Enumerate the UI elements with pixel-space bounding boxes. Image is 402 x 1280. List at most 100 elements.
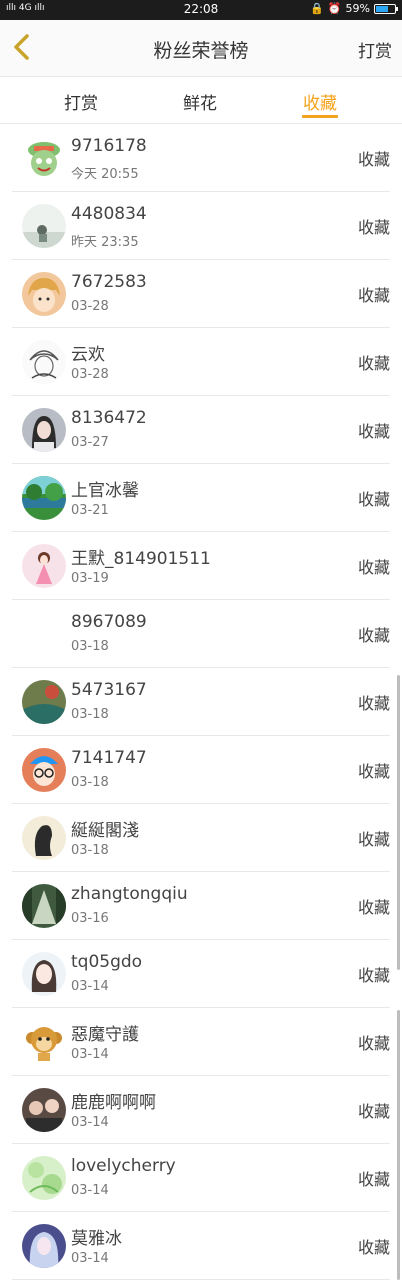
user-name: 8967089	[71, 612, 147, 632]
user-name: tq05gdo	[71, 952, 143, 972]
collect-label[interactable]: 收藏	[358, 826, 390, 850]
collect-label[interactable]: 收藏	[358, 962, 390, 986]
user-name: 7141747	[71, 748, 147, 768]
avatar	[22, 748, 66, 792]
collect-label[interactable]: 收藏	[358, 146, 390, 170]
user-name: 綖綖閣淺	[71, 821, 139, 841]
avatar	[22, 272, 66, 316]
collect-label[interactable]: 收藏	[358, 1030, 390, 1054]
user-name: 4480834	[71, 204, 147, 224]
list-item[interactable]: zhangtongqiu 03-16 收藏	[12, 872, 390, 940]
user-name: 鹿鹿啊啊啊	[71, 1093, 156, 1113]
tab-active-indicator	[302, 115, 338, 118]
list-item[interactable]: 8136472 03-27 收藏	[12, 396, 390, 464]
collect-date: 03-28	[71, 367, 109, 382]
tab-flowers[interactable]: 鲜花	[183, 89, 217, 114]
tab-reward[interactable]: 打赏	[64, 89, 98, 114]
collect-label[interactable]: 收藏	[358, 418, 390, 442]
list-item[interactable]: 云欢 03-28 收藏	[12, 328, 390, 396]
list-item[interactable]: 5473167 03-18 收藏	[12, 668, 390, 736]
user-name: zhangtongqiu	[71, 884, 188, 904]
collect-date: 03-14	[71, 1115, 109, 1130]
avatar	[22, 1224, 66, 1268]
list-item[interactable]: 惡魔守護 03-14 收藏	[12, 1008, 390, 1076]
collect-label[interactable]: 收藏	[358, 214, 390, 238]
collect-date: 03-18	[71, 775, 109, 790]
avatar	[22, 680, 66, 724]
user-name: 5473167	[71, 680, 147, 700]
tab-collect[interactable]: 收藏	[303, 89, 337, 114]
avatar	[22, 476, 66, 520]
avatar	[22, 204, 66, 248]
list-item[interactable]: 4480834 昨天 23:35 收藏	[12, 192, 390, 260]
user-name: 云欢	[71, 345, 105, 365]
list-item[interactable]: 莫雅冰 03-14 收藏	[12, 1212, 390, 1280]
collect-date: 03-19	[71, 571, 109, 586]
collect-date: 03-18	[71, 843, 109, 858]
list-item[interactable]: 王默_814901511 03-19 收藏	[12, 532, 390, 600]
list-item[interactable]: 綖綖閣淺 03-18 收藏	[12, 804, 390, 872]
avatar	[22, 1088, 66, 1132]
scrollbar[interactable]	[397, 675, 400, 970]
user-name: 7672583	[71, 272, 147, 292]
collect-label[interactable]: 收藏	[358, 554, 390, 578]
collect-date: 03-16	[71, 911, 109, 926]
list-item[interactable]: 鹿鹿啊啊啊 03-14 收藏	[12, 1076, 390, 1144]
collect-date: 03-28	[71, 299, 109, 314]
collect-date: 03-21	[71, 503, 109, 518]
page-title: 粉丝荣誉榜	[153, 40, 249, 62]
collect-date: 03-18	[71, 639, 109, 654]
status-bar: ıllı 4G ıllı 22:08 🔒 ⏰ 59%	[0, 0, 402, 20]
collect-date: 03-14	[71, 1047, 109, 1062]
alarm-icon: ⏰	[327, 2, 342, 15]
user-name: lovelycherry	[71, 1156, 176, 1176]
collect-label[interactable]: 收藏	[358, 1098, 390, 1122]
collect-label[interactable]: 收藏	[358, 1166, 390, 1190]
battery-percent: 59%	[345, 2, 370, 15]
avatar	[22, 816, 66, 860]
user-name: 9716178	[71, 136, 147, 156]
avatar	[22, 884, 66, 928]
collect-label[interactable]: 收藏	[358, 690, 390, 714]
avatar	[22, 612, 66, 656]
avatar	[22, 408, 66, 452]
list-item[interactable]: tq05gdo 03-14 收藏	[12, 940, 390, 1008]
app-header: 粉丝荣誉榜 打赏	[0, 20, 402, 77]
scrollbar[interactable]	[397, 1010, 400, 1280]
collect-date: 03-14	[71, 979, 109, 994]
collect-date: 03-14	[71, 1251, 109, 1266]
user-name: 8136472	[71, 408, 147, 428]
collect-date: 昨天 23:35	[71, 235, 139, 250]
list-item[interactable]: 7141747 03-18 收藏	[12, 736, 390, 804]
battery-icon	[374, 3, 398, 14]
list-item[interactable]: 8967089 03-18 收藏	[12, 600, 390, 668]
avatar	[22, 1156, 66, 1200]
avatar	[22, 952, 66, 996]
collect-label[interactable]: 收藏	[358, 894, 390, 918]
collect-date: 今天 20:55	[71, 167, 139, 182]
user-name: 上官冰馨	[71, 481, 139, 501]
fan-list: 9716178 今天 20:55 收藏 4480834 昨天 23:35 收藏 …	[0, 124, 402, 1280]
user-name: 王默_814901511	[71, 549, 211, 569]
list-item[interactable]: lovelycherry 03-14 收藏	[12, 1144, 390, 1212]
list-item[interactable]: 7672583 03-28 收藏	[12, 260, 390, 328]
collect-label[interactable]: 收藏	[358, 486, 390, 510]
collect-label[interactable]: 收藏	[358, 282, 390, 306]
avatar	[22, 1020, 66, 1064]
avatar	[22, 136, 66, 180]
collect-date: 03-14	[71, 1183, 109, 1198]
collect-date: 03-27	[71, 435, 109, 450]
collect-date: 03-18	[71, 707, 109, 722]
collect-label[interactable]: 收藏	[358, 622, 390, 646]
user-name: 惡魔守護	[71, 1025, 139, 1045]
list-item[interactable]: 9716178 今天 20:55 收藏	[12, 124, 390, 192]
avatar	[22, 544, 66, 588]
collect-label[interactable]: 收藏	[358, 1234, 390, 1258]
tab-bar: 打赏 鲜花 收藏	[0, 77, 402, 124]
collect-label[interactable]: 收藏	[358, 758, 390, 782]
lock-icon: 🔒	[310, 2, 324, 15]
avatar	[22, 340, 66, 384]
collect-label[interactable]: 收藏	[358, 350, 390, 374]
reward-button[interactable]: 打赏	[358, 37, 392, 62]
list-item[interactable]: 上官冰馨 03-21 收藏	[12, 464, 390, 532]
